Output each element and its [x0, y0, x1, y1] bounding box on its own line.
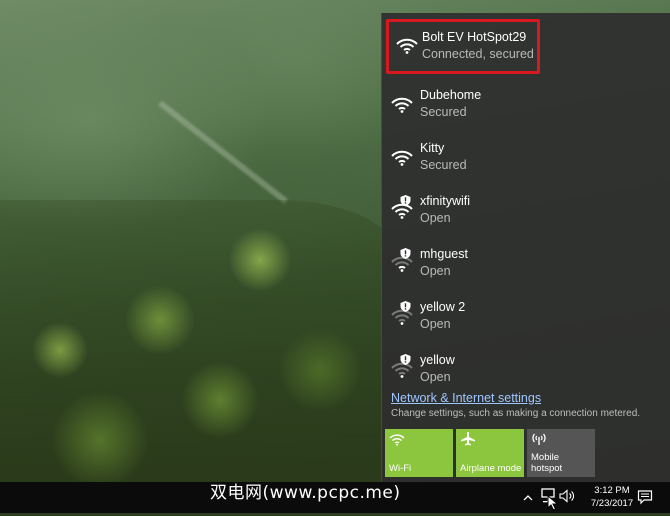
tile-label: Wi-Fi	[389, 463, 412, 474]
network-name: Bolt EV HotSpot29	[422, 30, 527, 44]
hotspot-icon	[531, 432, 547, 446]
wifi-open-icon	[391, 301, 413, 325]
airplane-mode-tile[interactable]: Airplane mode	[456, 429, 524, 477]
network-item-xfinitywifi[interactable]: xfinitywifi Open	[382, 185, 670, 238]
wifi-open-icon	[391, 195, 413, 219]
network-status: Secured	[420, 158, 467, 172]
network-flyout: Bolt EV HotSpot29 Connected, secured Dub…	[381, 13, 670, 482]
wallpaper-valley	[158, 100, 288, 204]
network-name: yellow	[420, 353, 455, 367]
wifi-signal-icon	[391, 148, 413, 166]
network-internet-settings-link[interactable]: Network & Internet settings	[391, 391, 541, 405]
clock-date: 7/23/2017	[590, 498, 634, 509]
wifi-signal-icon	[391, 95, 413, 113]
shield-warning-icon	[400, 195, 411, 206]
tile-label-line: Mobile hotspot	[531, 452, 562, 474]
wifi-icon	[389, 432, 405, 446]
wifi-open-icon	[391, 248, 413, 272]
wifi-signal-icon	[396, 36, 418, 54]
network-status: Open	[420, 370, 451, 384]
network-item-bolt-ev-hotspot29[interactable]: Bolt EV HotSpot29 Connected, secured	[386, 19, 540, 74]
network-status: Open	[420, 317, 451, 331]
airplane-icon	[460, 432, 476, 446]
network-item-yellow-2[interactable]: yellow 2 Open	[382, 291, 670, 344]
settings-description: Change settings, such as making a connec…	[391, 408, 641, 419]
network-name: Kitty	[420, 141, 445, 155]
network-name: yellow 2	[420, 300, 466, 314]
action-center-icon[interactable]	[637, 489, 653, 505]
clock-time: 3:12 PM	[594, 485, 630, 496]
tile-label: Mobile hotspot	[531, 452, 562, 474]
network-name: xfinitywifi	[420, 194, 471, 208]
wallpaper-foliage	[0, 200, 400, 482]
network-name: mhguest	[420, 247, 468, 261]
shield-warning-icon	[400, 354, 411, 365]
tile-label-line: Mobile	[531, 452, 559, 463]
network-item-kitty[interactable]: Kitty Secured	[382, 132, 670, 185]
wifi-open-icon	[391, 354, 413, 378]
shield-warning-icon	[400, 301, 411, 312]
network-item-dubehome[interactable]: Dubehome Secured	[382, 79, 670, 132]
show-hidden-icons-chevron-icon[interactable]	[521, 491, 535, 503]
network-status: Open	[420, 211, 451, 225]
mouse-cursor-icon	[547, 494, 559, 511]
mobile-hotspot-tile[interactable]: Mobile hotspot	[527, 429, 595, 477]
volume-icon[interactable]	[559, 489, 575, 503]
tile-label: Airplane mode	[460, 463, 522, 474]
network-status: Secured	[420, 105, 467, 119]
taskbar-clock[interactable]: 3:12 PM 7/23/2017	[583, 484, 641, 510]
wifi-toggle-tile[interactable]: Wi-Fi	[385, 429, 453, 477]
network-status: Open	[420, 264, 451, 278]
watermark-text: 双电网(www.pcpc.me)	[210, 483, 401, 503]
tile-label-line: hotspot	[531, 463, 563, 474]
network-item-mhguest[interactable]: mhguest Open	[382, 238, 670, 291]
network-item-yellow[interactable]: yellow Open	[382, 344, 670, 397]
shield-warning-icon	[400, 248, 411, 259]
network-status: Connected, secured	[422, 47, 534, 61]
network-name: Dubehome	[420, 88, 482, 102]
